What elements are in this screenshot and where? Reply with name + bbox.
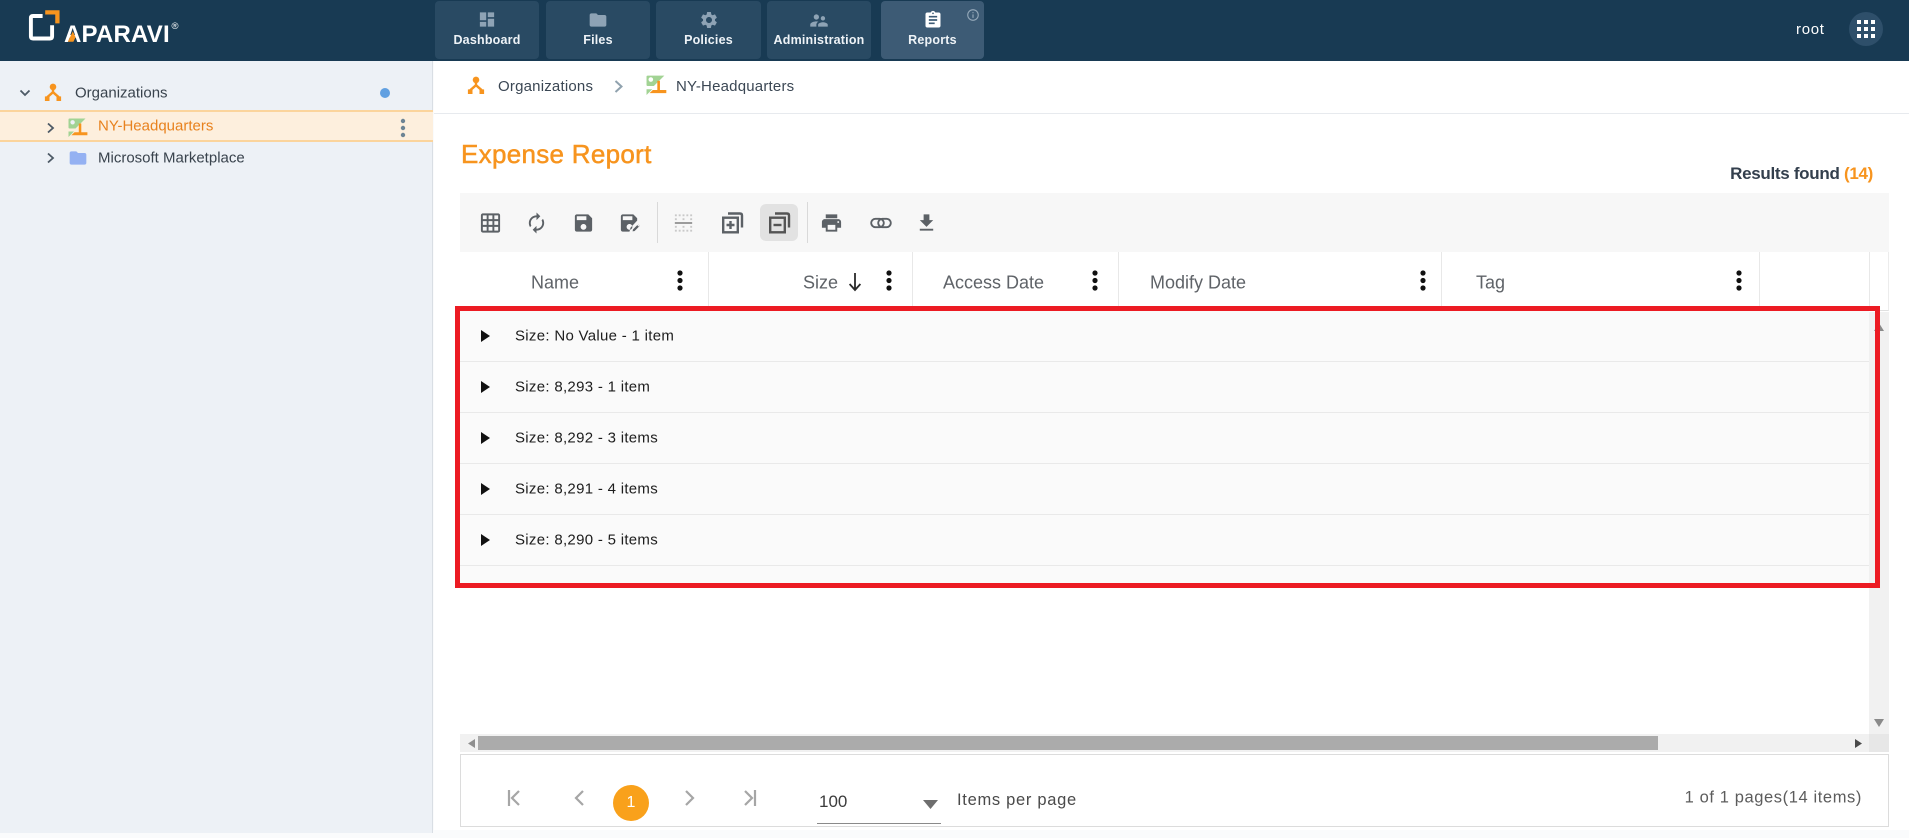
svg-text:APARAVI: APARAVI (64, 21, 170, 48)
svg-text:®: ® (172, 21, 179, 32)
